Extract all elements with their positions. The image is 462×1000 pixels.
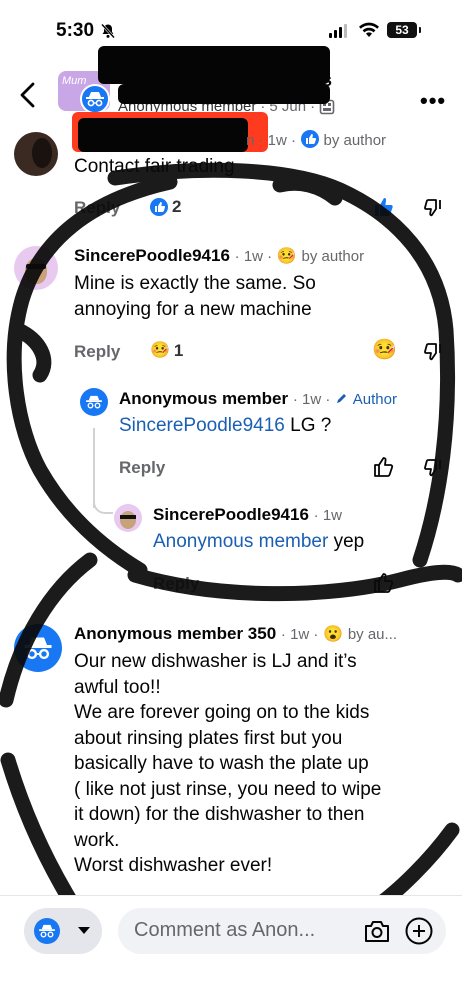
like-reaction-icon: [150, 198, 168, 216]
redaction-block: [118, 84, 330, 104]
comment-author-line: Anonymous member 350 · 1w · 😮 by au...: [74, 624, 397, 644]
commenter-avatar[interactable]: [14, 132, 58, 176]
author-reaction-emoji: 🤒: [276, 248, 297, 265]
reply-button[interactable]: Reply: [74, 342, 120, 362]
care-reaction-button[interactable]: 🤒: [372, 340, 397, 362]
comment-text: Mine is exactly the same. So annoying fo…: [74, 273, 316, 320]
anonymous-avatar[interactable]: [80, 388, 108, 416]
incognito-icon: [86, 395, 102, 409]
comment-placeholder: Comment as Anon...: [134, 919, 316, 941]
comment-meta: · 1w: [313, 507, 342, 524]
comment-author-line: SincerePoodle9416 · 1w · 🤒 by author: [74, 246, 364, 266]
comment-text: SincerePoodle9416 LG ?: [119, 415, 332, 436]
thumbs-down-icon[interactable]: [422, 457, 444, 479]
battery-indicator: 53: [387, 22, 421, 38]
comment-composer: Comment as Anon...: [0, 895, 462, 1000]
back-chevron-icon[interactable]: [16, 80, 40, 110]
commenter-avatar[interactable]: [114, 504, 142, 532]
comment-text: Contact fair trading: [74, 156, 235, 177]
caret-down-icon: [78, 927, 90, 934]
wifi-icon: [359, 22, 379, 37]
comment-author-line: Anonymous member · 1w · Author: [119, 389, 397, 409]
thread-connector: [93, 494, 113, 514]
comment-text: Our new dishwasher is LJ and it’s awful …: [74, 651, 382, 876]
comment-meta: · 1w ·: [280, 626, 319, 643]
reply-button[interactable]: Reply: [74, 198, 120, 218]
comment-meta: · 1w ·: [292, 391, 331, 408]
pencil-icon: [337, 394, 347, 403]
status-time: 5:30: [56, 20, 95, 41]
reaction-count[interactable]: 🤒 1: [150, 341, 183, 361]
anonymous-avatar: [80, 84, 110, 114]
author-reaction-badge: by author: [301, 248, 365, 265]
commenter-name[interactable]: SincerePoodle9416: [153, 505, 309, 524]
reply-button[interactable]: Reply: [119, 458, 165, 478]
thumbs-down-icon[interactable]: [422, 341, 444, 363]
commenter-avatar[interactable]: [14, 246, 58, 290]
comment-text: Anonymous member yep: [153, 531, 365, 552]
author-reaction-badge: by au...: [347, 626, 398, 643]
reaction-count[interactable]: 2: [150, 197, 181, 217]
commenter-name[interactable]: Anonymous member: [119, 389, 288, 408]
bell-off-icon: [101, 23, 115, 39]
comment-author-line: SincerePoodle9416 · 1w: [153, 505, 342, 525]
author-reaction-emoji: 😮: [323, 626, 344, 643]
like-outline-icon[interactable]: [372, 456, 394, 478]
add-attachment-icon[interactable]: [404, 916, 434, 946]
comment-meta: n · 1w · by author: [246, 130, 387, 149]
redaction-block: [98, 46, 330, 84]
cellular-signal-icon: [329, 24, 347, 38]
incognito-icon: [86, 92, 104, 107]
mention-link[interactable]: Anonymous member: [153, 531, 328, 552]
author-badge: Author: [352, 391, 397, 408]
like-reaction-icon: [300, 130, 319, 148]
anonymous-avatar[interactable]: [14, 624, 62, 672]
reply-button[interactable]: Reply: [153, 574, 199, 594]
comment-meta: · 1w ·: [234, 248, 273, 265]
identity-switcher[interactable]: [24, 908, 102, 954]
mention-link[interactable]: SincerePoodle9416: [119, 415, 285, 436]
author-reaction-badge: by author: [323, 132, 387, 149]
anonymous-avatar: [34, 918, 60, 944]
camera-icon[interactable]: [363, 918, 391, 944]
more-options-button[interactable]: •••: [420, 88, 446, 114]
thumbs-down-icon[interactable]: [422, 197, 444, 219]
incognito-icon: [24, 637, 52, 660]
like-outline-icon[interactable]: [372, 572, 394, 594]
commenter-name[interactable]: SincerePoodle9416: [74, 246, 230, 265]
commenter-name[interactable]: Anonymous member 350: [74, 624, 276, 643]
incognito-icon: [39, 924, 55, 938]
group-thumb-text: Mum: [62, 75, 87, 87]
redaction-block: [78, 118, 248, 152]
like-filled-icon[interactable]: [372, 196, 394, 218]
